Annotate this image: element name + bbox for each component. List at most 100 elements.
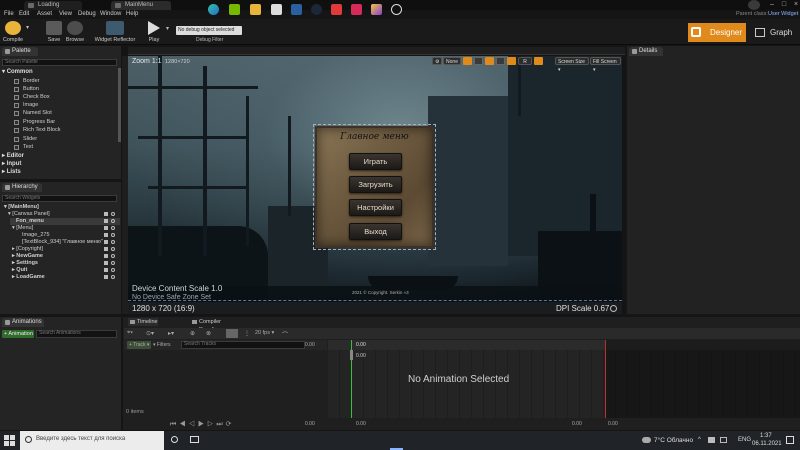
curve-icon[interactable]: ⌒: [282, 330, 288, 339]
palette-item-progress-bar[interactable]: Progress Bar: [14, 118, 55, 126]
reset-button[interactable]: R: [518, 57, 532, 65]
palette-tab[interactable]: Palette: [2, 47, 38, 56]
save-button[interactable]: Save: [44, 20, 64, 44]
debug-object-select[interactable]: No debug object selected: [176, 26, 242, 35]
tracks-search-input[interactable]: Search Tracks: [181, 341, 305, 349]
tab-mainmenu[interactable]: MainMenu: [111, 1, 171, 10]
hierarchy-item-newgame[interactable]: ▸ NewGame: [12, 253, 43, 260]
play-reverse-icon[interactable]: ◁: [189, 421, 198, 428]
eye-icon[interactable]: [111, 261, 115, 265]
photos-icon[interactable]: [371, 4, 382, 15]
add-animation-button[interactable]: + Animation: [2, 330, 34, 338]
nvidia-icon[interactable]: [229, 4, 240, 15]
palette-category-editor[interactable]: ▸ Editor: [2, 152, 24, 160]
playhead[interactable]: [350, 350, 353, 360]
eye-icon[interactable]: [111, 212, 115, 216]
grid-snap-icon[interactable]: ⋮: [244, 330, 250, 337]
eye-icon[interactable]: [111, 247, 115, 251]
palette-item-checkbox[interactable]: Check Box: [14, 93, 50, 101]
eye-icon[interactable]: [111, 254, 115, 258]
volume-icon[interactable]: [720, 437, 727, 443]
palette-item-button[interactable]: Button: [14, 85, 39, 93]
hierarchy-item-canvas-panel[interactable]: ▾ [Canvas Panel]: [8, 211, 50, 218]
settings-game-button[interactable]: Настройки: [349, 199, 402, 216]
close-button[interactable]: ×: [788, 0, 800, 10]
palette-category-lists[interactable]: ▸ Lists: [2, 168, 21, 176]
load-game-button[interactable]: Загрузить: [349, 176, 402, 193]
hierarchy-item-mainmenu[interactable]: ▾ [MainMenu]: [4, 204, 39, 211]
menu-window[interactable]: Window: [100, 10, 121, 19]
unreal-engine-icon[interactable]: [391, 4, 402, 15]
transform-icon[interactable]: ⊕: [190, 330, 195, 337]
snap-icon[interactable]: [485, 57, 494, 65]
palette-item-border[interactable]: Border: [14, 77, 40, 85]
details-tab[interactable]: Details: [629, 47, 663, 56]
dpi-settings-icon[interactable]: [610, 305, 617, 312]
timeline-tab[interactable]: Timeline: [128, 318, 158, 326]
viewport-settings-button[interactable]: ⚙: [432, 57, 442, 65]
lock-icon[interactable]: [104, 261, 108, 265]
taskbar-search-input[interactable]: Введите здесь текст для поиска: [20, 431, 164, 450]
lock-icon[interactable]: [104, 212, 108, 216]
clock-date[interactable]: 06.11.2021: [752, 441, 782, 447]
menu-asset[interactable]: Asset: [37, 10, 52, 19]
fill-screen-dropdown[interactable]: Fill Screen ▾: [590, 57, 621, 73]
game-main-menu-panel[interactable]: Главное меню Играть Загрузить Настройки …: [315, 126, 434, 248]
cortana-icon[interactable]: [171, 436, 178, 443]
current-time-field[interactable]: 0.00: [305, 342, 315, 348]
steam-icon[interactable]: [311, 4, 322, 15]
filters-dropdown[interactable]: ▾ Filters: [153, 342, 171, 348]
lock-icon[interactable]: [104, 254, 108, 258]
parent-class-value[interactable]: User Widget: [768, 10, 798, 19]
eye-icon[interactable]: [111, 219, 115, 223]
time-start-field[interactable]: 0.00: [305, 421, 315, 427]
palette-category-input[interactable]: ▸ Input: [2, 160, 21, 168]
mail-icon[interactable]: [291, 4, 302, 15]
widget-reflector-button[interactable]: Widget Reflector: [94, 20, 136, 44]
outline-icon[interactable]: [496, 57, 505, 65]
compile-button[interactable]: Compile: [2, 20, 24, 44]
range-field-c[interactable]: 0.00: [608, 421, 618, 427]
edge-icon[interactable]: [208, 4, 219, 15]
lock-icon[interactable]: [104, 240, 108, 244]
lock-icon[interactable]: [104, 268, 108, 272]
camera-icon[interactable]: [226, 329, 238, 338]
eye-icon[interactable]: [111, 275, 115, 279]
lock-icon[interactable]: [104, 233, 108, 237]
compile-dropdown-icon[interactable]: ▾: [26, 24, 29, 31]
hierarchy-item-fon-menu[interactable]: Fon_menu: [16, 218, 44, 225]
locale-icon[interactable]: [534, 57, 543, 65]
palette-scrollbar[interactable]: [118, 68, 121, 142]
graph-mode-button[interactable]: Graph: [752, 23, 798, 42]
weather-text[interactable]: 7°C Облачно: [654, 437, 693, 444]
hierarchy-item-menu[interactable]: ▾ [Menu]: [12, 225, 33, 232]
step-forward-icon[interactable]: ▷: [207, 421, 216, 428]
eye-icon[interactable]: [111, 240, 115, 244]
menu-debug[interactable]: Debug: [78, 10, 96, 19]
palette-category-common[interactable]: ▾ Common: [2, 68, 33, 76]
fps-dropdown[interactable]: 20 fps ▾: [255, 330, 274, 336]
screen-size-dropdown[interactable]: Screen Size ▾: [555, 57, 589, 73]
palette-item-image[interactable]: Image: [14, 101, 38, 109]
hierarchy-item-image-275[interactable]: Image_275: [22, 232, 50, 239]
key-icon[interactable]: ⌖▾: [127, 330, 133, 337]
jump-end-icon[interactable]: ⏭: [216, 421, 225, 428]
play-button[interactable]: Play: [144, 20, 164, 44]
tray-chevron-icon[interactable]: ^: [698, 437, 701, 443]
palette-item-named-slot[interactable]: Named Slot: [14, 109, 52, 117]
file-explorer-icon[interactable]: [250, 4, 261, 15]
animations-tab[interactable]: Animations: [2, 318, 44, 327]
animations-search-input[interactable]: Search Animations: [36, 330, 117, 338]
grid-icon[interactable]: [474, 57, 483, 65]
hierarchy-item-loadgame[interactable]: ▸ LoadGame: [12, 274, 45, 281]
youtube-icon[interactable]: [331, 4, 342, 15]
palette-search-input[interactable]: Search Palette: [2, 59, 117, 66]
menu-file[interactable]: File: [4, 10, 14, 19]
language-indicator[interactable]: ENG: [738, 437, 751, 443]
eye-icon[interactable]: [111, 226, 115, 230]
weather-icon[interactable]: [642, 437, 651, 443]
add-track-button[interactable]: + Track ▾: [127, 341, 151, 349]
play-forward-icon[interactable]: ▶: [198, 421, 207, 428]
task-view-icon[interactable]: [190, 436, 199, 443]
play-dropdown-icon[interactable]: ▾: [166, 25, 169, 32]
